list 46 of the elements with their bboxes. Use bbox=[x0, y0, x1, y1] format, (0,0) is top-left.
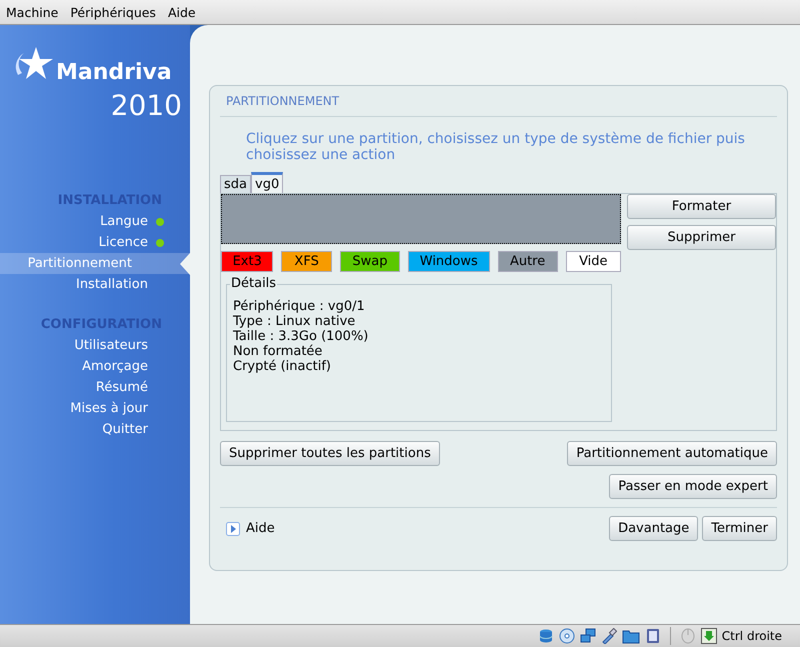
filesystem-type-button[interactable]: Ext3 bbox=[221, 251, 274, 272]
cd-icon[interactable] bbox=[558, 628, 575, 644]
disk-tab[interactable]: vg0 bbox=[251, 172, 284, 193]
delete-all-button[interactable]: Supprimer toutes les partitions bbox=[220, 441, 440, 466]
version-number: 2010 bbox=[110, 89, 182, 122]
step-item: Résumé bbox=[94, 379, 149, 397]
host-key-label: Ctrl droite bbox=[722, 629, 782, 643]
down-arrow-icon[interactable] bbox=[700, 628, 717, 644]
detail-line: Crypté (inactif) bbox=[233, 359, 332, 374]
menu-item[interactable]: Machine bbox=[0, 4, 64, 20]
usb-icon[interactable] bbox=[600, 628, 617, 644]
menu-item[interactable]: Périphériques bbox=[64, 4, 162, 20]
folder-icon[interactable] bbox=[622, 628, 640, 644]
hard-disk-icon[interactable] bbox=[538, 628, 554, 644]
panel-title: PARTITIONNEMENT bbox=[220, 92, 777, 117]
action-button[interactable]: Formater bbox=[627, 194, 776, 219]
filesystem-type-button[interactable]: Swap bbox=[340, 251, 400, 272]
step-item: Utilisateurs bbox=[73, 337, 149, 355]
chip-icon[interactable] bbox=[644, 628, 661, 644]
partition-block[interactable] bbox=[221, 194, 621, 244]
brand-name: Mandriva bbox=[56, 60, 172, 85]
step-item: Installation bbox=[74, 276, 149, 294]
disk-tab[interactable]: sda bbox=[220, 175, 251, 193]
instruction-text: Cliquez sur une partition, choisissez un type de système de fichier puis choisissez une action bbox=[245, 130, 746, 165]
filesystem-type-button[interactable]: XFS bbox=[281, 251, 332, 272]
filesystem-type-button[interactable]: Vide bbox=[566, 251, 621, 272]
detail-line: Taille : 3.3Go (100%) bbox=[233, 329, 370, 344]
step-item: Licence bbox=[0, 232, 190, 253]
step-item: Mises à jour bbox=[69, 400, 149, 418]
step-item: Quitter bbox=[101, 421, 149, 439]
partition-option-button[interactable]: Partitionnement automatique bbox=[567, 441, 777, 466]
filesystem-type-button[interactable]: Autre bbox=[498, 251, 558, 272]
menu-item[interactable]: Aide bbox=[162, 4, 202, 20]
action-button[interactable]: Supprimer bbox=[627, 225, 776, 250]
network-icon[interactable] bbox=[580, 628, 596, 644]
detail-line: Non formatée bbox=[233, 344, 324, 359]
footer-button[interactable]: Davantage bbox=[609, 516, 698, 541]
step-item: Langue bbox=[0, 211, 190, 232]
step-item: Partitionnement bbox=[0, 253, 190, 274]
step-item: Amorçage bbox=[81, 358, 149, 376]
help-link[interactable]: Aide bbox=[220, 521, 275, 536]
filesystem-type-button[interactable]: Windows bbox=[408, 251, 490, 272]
detail-line: Périphérique : vg0/1 bbox=[233, 299, 366, 314]
partition-option-button[interactable]: Passer en mode expert bbox=[609, 474, 777, 499]
footer-button[interactable]: Terminer bbox=[702, 516, 777, 541]
detail-line: Type : Linux native bbox=[233, 314, 356, 329]
